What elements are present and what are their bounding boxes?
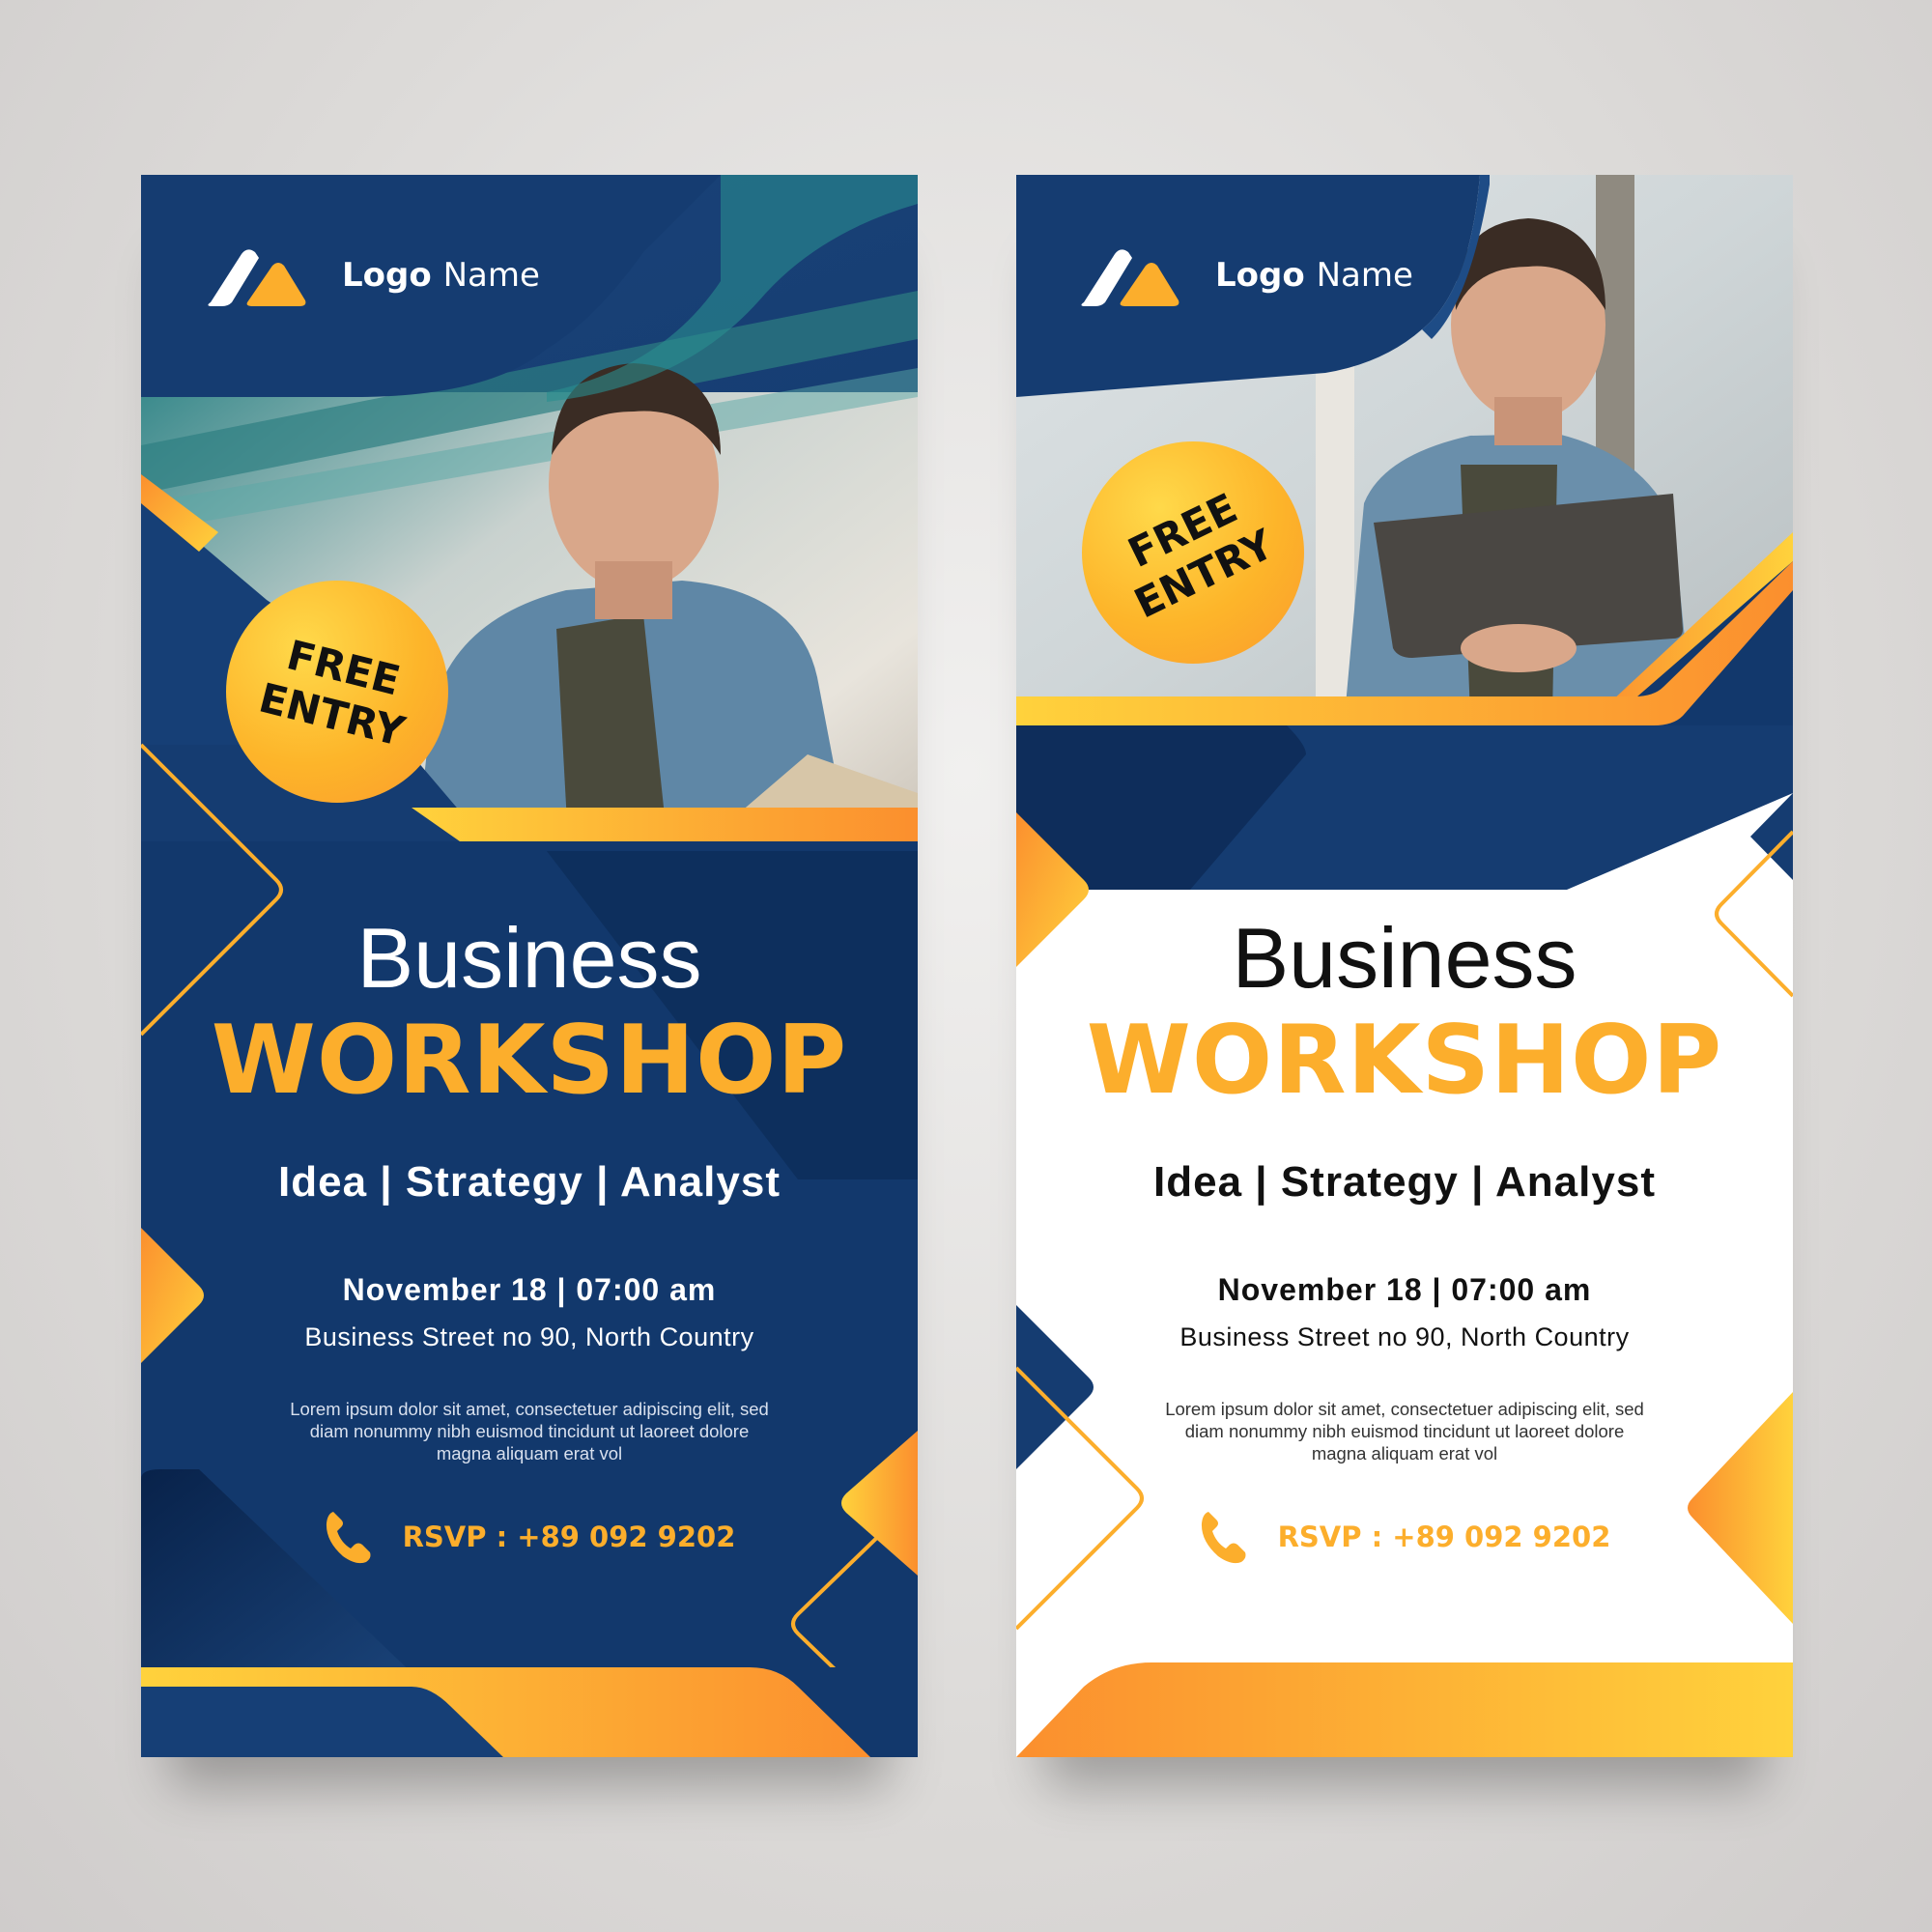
rsvp-row: RSVP : +89 092 9202 bbox=[141, 1508, 918, 1566]
phone-icon bbox=[326, 1512, 371, 1564]
mountain-logo-icon bbox=[208, 249, 306, 306]
rsvp-row: RSVP : +89 092 9202 bbox=[1016, 1508, 1793, 1566]
title-business: Business bbox=[356, 910, 702, 1006]
logo-text: Logo Name bbox=[1215, 256, 1413, 295]
logo: Logo Name bbox=[1076, 244, 1413, 306]
free-entry-badge: FREE ENTRY bbox=[1082, 441, 1304, 664]
tagline: Idea | Strategy | Analyst bbox=[278, 1158, 781, 1206]
logo: Logo Name bbox=[203, 244, 540, 306]
mountain-logo-icon bbox=[1081, 249, 1179, 306]
title-workshop: WORKSHOP bbox=[211, 1006, 848, 1116]
logo-text: Logo Name bbox=[342, 256, 540, 295]
event-address: Business Street no 90, North Country bbox=[1179, 1322, 1630, 1351]
event-date-time: November 18 | 07:00 am bbox=[1217, 1272, 1592, 1307]
event-address: Business Street no 90, North Country bbox=[304, 1322, 754, 1351]
title-workshop: WORKSHOP bbox=[1086, 1006, 1723, 1116]
event-date-time: November 18 | 07:00 am bbox=[342, 1272, 717, 1307]
banner-dark: Logo Name FREE ENTRY Business WORKSHOP I… bbox=[141, 175, 918, 1757]
rsvp-text: RSVP : +89 092 9202 bbox=[1277, 1520, 1611, 1553]
free-entry-badge: FREE ENTRY bbox=[226, 581, 448, 803]
tagline: Idea | Strategy | Analyst bbox=[1153, 1158, 1656, 1206]
banner-light: Logo Name FREE ENTRY Business WORKSHOP I… bbox=[1016, 175, 1793, 1757]
rsvp-text: RSVP : +89 092 9202 bbox=[402, 1520, 736, 1553]
description-text: Lorem ipsum dolor sit amet, consectetuer… bbox=[290, 1399, 769, 1463]
phone-icon bbox=[1201, 1512, 1246, 1564]
description-text: Lorem ipsum dolor sit amet, consectetuer… bbox=[1165, 1399, 1644, 1463]
title-business: Business bbox=[1232, 910, 1577, 1006]
